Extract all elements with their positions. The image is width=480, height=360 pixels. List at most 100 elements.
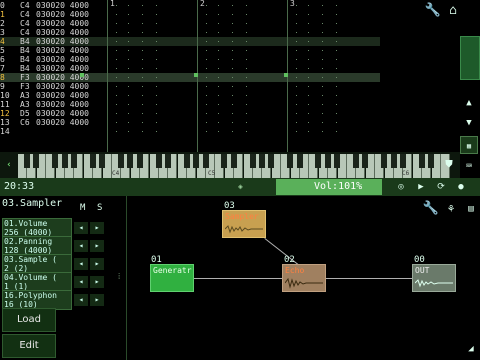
wrench-icon[interactable]: 🔧 [422,200,440,218]
output-node[interactable]: OUT [412,264,456,292]
note-cell[interactable]: C4 [20,19,36,28]
note-cell[interactable]: A3 [20,100,36,109]
effect-cell[interactable]: 030020 4000 [36,1,89,10]
note-cell[interactable]: C4 [20,10,36,19]
effect-cell[interactable]: 030020 4000 [36,118,89,127]
pattern-row[interactable]: 2 C4 030020 4000 [0,19,380,28]
effect-cell[interactable]: 030020 4000 [36,46,89,55]
pattern-row[interactable]: 6 B4 030020 4000 [0,55,380,64]
echo-node[interactable]: Echo [282,264,326,292]
effect-cell[interactable]: 030020 4000 [36,91,89,100]
node-title: OUT [415,266,430,275]
note-cell[interactable]: B4 [20,55,36,64]
row-number: 11 [0,100,10,109]
edit-button[interactable]: Edit [2,334,56,358]
chevron-left-icon[interactable]: ‹ [0,156,18,174]
effect-cell[interactable]: 030020 4000 [36,109,89,118]
note-cell[interactable]: C4 [20,1,36,10]
scroll-panel[interactable] [460,36,480,80]
pattern-row[interactable]: 5 B4 030020 4000 [0,46,380,55]
note-cell[interactable]: D5 [20,109,36,118]
pattern-row[interactable]: 8 F3 030020 4000 [0,73,380,82]
note-cell[interactable]: F3 [20,82,36,91]
effect-cell[interactable]: 030020 4000 [36,55,89,64]
param-sample[interactable]: 03.Sample (2 (2) ◂ ▸ [0,254,106,274]
pattern-row[interactable]: 1 C4 030020 4000 [0,10,380,19]
home-icon[interactable]: ⌂ [444,2,462,20]
pattern-row[interactable]: 13 C6 030020 4000 [0,118,380,127]
resize-icon[interactable]: ◢ [462,340,480,358]
wrench-icon[interactable]: 🔧 [424,2,442,20]
effect-cell[interactable]: 030020 4000 [36,10,89,19]
pattern-row[interactable]: 9 F3 030020 4000 [0,82,380,91]
note-cell[interactable]: A3 [20,91,36,100]
keyboard-icon[interactable]: ⌨ [460,158,478,176]
param-label: 02.Panning 128 (4000) [2,236,72,256]
increase-icon[interactable]: ▸ [90,276,104,288]
waveform-icon [285,277,323,289]
module-graph[interactable]: ⁞ 03 Sampler 01 Generatr 02 Echo 00 OUT … [108,196,480,360]
pattern-row[interactable]: 10 A3 030020 4000 [0,91,380,100]
play-icon[interactable]: ▶ [412,178,430,196]
effect-cell[interactable]: 030020 4000 [36,64,89,73]
note-cell[interactable]: C6 [20,118,36,127]
cursor-marker [194,73,198,77]
grip-icon[interactable]: ⁞ [118,272,120,281]
generator-node[interactable]: Generatr [150,264,194,292]
stop-icon[interactable]: ◎ [392,178,410,196]
pattern-row[interactable]: 12 D5 030020 4000 [0,109,380,118]
handle-icon[interactable]: ◈ [238,182,243,191]
note-cell[interactable]: B4 [20,64,36,73]
decrease-icon[interactable]: ◂ [74,258,88,270]
row-number: 1 [0,10,5,19]
effect-cell[interactable]: 030020 4000 [36,82,89,91]
key-label: C5 [208,170,216,177]
row-number: 14 [0,127,10,136]
shield-icon[interactable]: ⛊ [440,156,458,174]
effect-cell[interactable]: 030020 4000 [36,28,89,37]
pattern-editor[interactable]: 0 C4 030020 4000 1 C4 030020 4000 2 C4 030020 40… [0,0,380,152]
note-cell[interactable]: C4 [20,28,36,37]
pattern-row[interactable]: 11 A3 030020 4000 [0,100,380,109]
effect-cell[interactable]: 030020 4000 [36,37,89,46]
decrease-icon[interactable]: ◂ [74,240,88,252]
decrease-icon[interactable]: ◂ [74,222,88,234]
row-number: 5 [0,46,5,55]
decrease-icon[interactable]: ◂ [74,276,88,288]
increase-icon[interactable]: ▸ [90,240,104,252]
tree-icon[interactable]: ⚘ [442,200,460,218]
note-cell[interactable]: B4 [20,46,36,55]
arrow-up-icon[interactable]: ▲ [460,94,478,112]
note-cell[interactable]: B4 [20,37,36,46]
module-title: 03.Sampler [2,198,63,209]
param-polyphony[interactable]: 16.Polyphon 16 (10) ◂ ▸ [0,290,106,310]
loop-icon[interactable]: ⟳ [432,178,450,196]
pattern-row[interactable]: 14 [0,127,380,136]
increase-icon[interactable]: ▸ [90,258,104,270]
param-label: 01.Volume 256 (4000) [2,218,72,238]
note-cell[interactable]: F3 [20,73,36,82]
effect-cell[interactable]: 030020 4000 [36,19,89,28]
sampler-node[interactable]: Sampler [222,210,266,238]
record-icon[interactable]: ● [452,178,470,196]
param-label: 16.Polyphon 16 (10) [2,290,72,310]
pattern-row[interactable]: 4 B4 030020 4000 [0,37,380,46]
cursor-marker [284,73,288,77]
increase-icon[interactable]: ▸ [90,222,104,234]
increase-icon[interactable]: ▸ [90,294,104,306]
param-volume[interactable]: 01.Volume 256 (4000) ◂ ▸ [0,218,106,238]
pattern-row[interactable]: 3 C4 030020 4000 [0,28,380,37]
arrow-down-icon[interactable]: ▼ [460,114,478,132]
decrease-icon[interactable]: ◂ [74,294,88,306]
effect-cell[interactable]: 030020 4000 [36,100,89,109]
grid-icon[interactable]: ▤ [462,200,480,218]
param-volume-2[interactable]: 04.Volume (1 (1) ◂ ▸ [0,272,106,292]
pattern-row[interactable]: 0 C4 030020 4000 [0,1,380,10]
channel-number: 2 [200,0,205,8]
param-panning[interactable]: 02.Panning 128 (4000) ◂ ▸ [0,236,106,256]
load-button[interactable]: Load [2,308,56,332]
pattern-row[interactable]: 7 B4 030020 4000 [0,64,380,73]
node-title: Sampler [225,212,259,221]
piano-keyboard[interactable]: C4 C5 C6 [0,152,460,178]
grid-toggle-icon[interactable]: ▦ [460,136,478,154]
